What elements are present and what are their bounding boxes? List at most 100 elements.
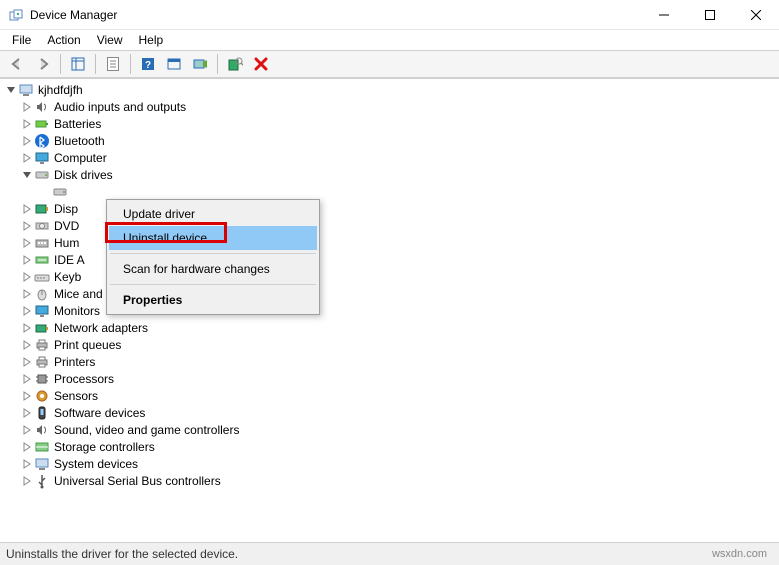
node-label: System devices xyxy=(54,457,138,471)
expand-icon[interactable] xyxy=(20,389,34,403)
printer-icon xyxy=(34,337,50,353)
tree-node-network[interactable]: Network adapters xyxy=(0,319,779,336)
menu-file[interactable]: File xyxy=(4,31,39,49)
tree-node-processors[interactable]: Processors xyxy=(0,370,779,387)
tree-root[interactable]: kjhdfdjfh xyxy=(0,81,779,98)
expand-icon[interactable] xyxy=(20,270,34,284)
node-label: Hum xyxy=(54,236,79,250)
expand-icon[interactable] xyxy=(20,304,34,318)
node-label: Software devices xyxy=(54,406,145,420)
node-label: Sensors xyxy=(54,389,98,403)
maximize-button[interactable] xyxy=(687,0,733,30)
context-menu-separator xyxy=(110,253,316,254)
tree-node-disk-device[interactable] xyxy=(0,183,779,200)
computer-icon xyxy=(18,82,34,98)
mouse-icon xyxy=(34,286,50,302)
expand-icon[interactable] xyxy=(20,338,34,352)
battery-icon xyxy=(34,116,50,132)
minimize-button[interactable] xyxy=(641,0,687,30)
expand-icon[interactable] xyxy=(20,321,34,335)
expand-icon[interactable] xyxy=(20,406,34,420)
printer-icon xyxy=(34,354,50,370)
expand-icon[interactable] xyxy=(20,474,34,488)
node-label: Disp xyxy=(54,202,78,216)
tree-node-diskdrives[interactable]: Disk drives xyxy=(0,166,779,183)
tree-node-storage[interactable]: Storage controllers xyxy=(0,438,779,455)
menu-action[interactable]: Action xyxy=(39,31,88,49)
expand-icon[interactable] xyxy=(20,151,34,165)
context-menu-update-driver[interactable]: Update driver xyxy=(109,202,317,226)
tree-node-software[interactable]: Software devices xyxy=(0,404,779,421)
menu-view[interactable]: View xyxy=(89,31,131,49)
expand-icon[interactable] xyxy=(20,287,34,301)
tree-node-bluetooth[interactable]: Bluetooth xyxy=(0,132,779,149)
optical-drive-icon xyxy=(34,218,50,234)
expand-icon[interactable] xyxy=(20,134,34,148)
uninstall-button[interactable] xyxy=(249,52,273,76)
node-label: Monitors xyxy=(54,304,100,318)
context-menu-scan-hardware[interactable]: Scan for hardware changes xyxy=(109,257,317,281)
expand-icon[interactable] xyxy=(20,423,34,437)
system-icon xyxy=(34,456,50,472)
expand-icon[interactable] xyxy=(20,219,34,233)
expand-icon[interactable] xyxy=(20,202,34,216)
software-icon xyxy=(34,405,50,421)
statusbar: Uninstalls the driver for the selected d… xyxy=(0,543,779,565)
window-title: Device Manager xyxy=(30,8,117,22)
menubar: File Action View Help xyxy=(0,30,779,50)
audio-icon xyxy=(34,99,50,115)
tree-node-sound[interactable]: Sound, video and game controllers xyxy=(0,421,779,438)
node-label: IDE A xyxy=(54,253,85,267)
statusbar-text: Uninstalls the driver for the selected d… xyxy=(6,547,238,561)
context-menu-uninstall-device[interactable]: Uninstall device xyxy=(109,226,317,250)
monitor-icon xyxy=(34,303,50,319)
properties-button[interactable] xyxy=(101,52,125,76)
tree-node-system[interactable]: System devices xyxy=(0,455,779,472)
close-button[interactable] xyxy=(733,0,779,30)
node-label: Batteries xyxy=(54,117,101,131)
back-button[interactable] xyxy=(5,52,29,76)
scan-hardware-button[interactable] xyxy=(223,52,247,76)
toolbar-icon-1[interactable] xyxy=(162,52,186,76)
expand-icon[interactable] xyxy=(20,253,34,267)
root-label: kjhdfdjfh xyxy=(38,83,83,97)
tree-node-printqueues[interactable]: Print queues xyxy=(0,336,779,353)
context-menu-properties[interactable]: Properties xyxy=(109,288,317,312)
node-label: Disk drives xyxy=(54,168,113,182)
node-label: DVD xyxy=(54,219,79,233)
tree-node-usb[interactable]: Universal Serial Bus controllers xyxy=(0,472,779,489)
network-icon xyxy=(34,320,50,336)
tree-node-computer[interactable]: Computer xyxy=(0,149,779,166)
svg-text:?: ? xyxy=(145,60,151,71)
expand-icon[interactable] xyxy=(20,355,34,369)
expand-icon[interactable] xyxy=(20,457,34,471)
help-button[interactable]: ? xyxy=(136,52,160,76)
expand-icon[interactable] xyxy=(20,236,34,250)
expand-icon[interactable] xyxy=(20,440,34,454)
node-label: Storage controllers xyxy=(54,440,155,454)
ide-icon xyxy=(34,252,50,268)
display-adapter-icon xyxy=(34,201,50,217)
node-label: Printers xyxy=(54,355,95,369)
collapse-icon[interactable] xyxy=(20,168,34,182)
bluetooth-icon xyxy=(34,133,50,149)
node-label: Sound, video and game controllers xyxy=(54,423,239,437)
menu-help[interactable]: Help xyxy=(131,31,172,49)
node-label: Processors xyxy=(54,372,114,386)
toolbar: ? xyxy=(0,50,779,78)
tree-node-sensors[interactable]: Sensors xyxy=(0,387,779,404)
expand-icon[interactable] xyxy=(20,372,34,386)
expand-icon[interactable] xyxy=(20,117,34,131)
collapse-icon[interactable] xyxy=(4,83,18,97)
storage-icon xyxy=(34,439,50,455)
expand-icon[interactable] xyxy=(20,100,34,114)
tree-node-printers[interactable]: Printers xyxy=(0,353,779,370)
monitor-icon xyxy=(34,150,50,166)
disk-icon xyxy=(52,184,68,200)
update-driver-button[interactable] xyxy=(188,52,212,76)
tree-node-batteries[interactable]: Batteries xyxy=(0,115,779,132)
tree-node-audio[interactable]: Audio inputs and outputs xyxy=(0,98,779,115)
forward-button[interactable] xyxy=(31,52,55,76)
show-hide-tree-button[interactable] xyxy=(66,52,90,76)
node-label: Audio inputs and outputs xyxy=(54,100,186,114)
